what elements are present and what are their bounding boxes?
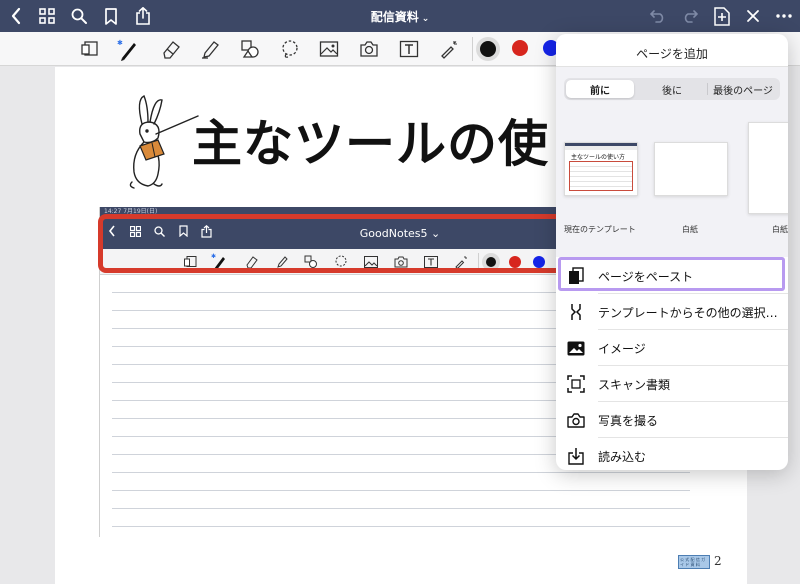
import-icon	[567, 447, 585, 465]
segment-before[interactable]: 前に	[566, 80, 634, 98]
menu-label: 読み込む	[598, 449, 647, 464]
menu-item-scan[interactable]: スキャン書類	[556, 366, 788, 402]
highlighter-tool[interactable]	[197, 37, 223, 61]
paste-page-highlight-box	[558, 257, 785, 291]
library-grid-button[interactable]	[37, 4, 57, 28]
bookmark-icon	[105, 7, 117, 25]
undo-button[interactable]	[648, 4, 668, 28]
menu-item-image[interactable]: イメージ	[556, 330, 788, 366]
navigation-bar: 配信資料 ⌄	[0, 0, 800, 32]
color-black-swatch[interactable]	[480, 41, 496, 57]
thumbnail-label-blank: 白紙	[682, 225, 698, 234]
lasso-icon	[282, 40, 298, 58]
svg-text:✱: ✱	[117, 39, 123, 47]
camera-icon	[567, 411, 585, 429]
menu-item-import[interactable]: 読み込む	[556, 438, 788, 470]
menu-label: 写真を撮る	[598, 413, 659, 428]
lasso-tool[interactable]	[277, 37, 303, 61]
image-icon	[567, 339, 585, 357]
add-page-popover: ページを追加 前に 後に 最後のページ 主なツールの使い方 現在のテンプレート …	[556, 34, 788, 470]
pen-tool[interactable]: ✱	[115, 37, 141, 61]
menu-label: テンプレートからその他の選択…	[598, 305, 778, 320]
camera-tool[interactable]	[356, 37, 382, 61]
close-button[interactable]	[743, 4, 763, 28]
shapes-icon	[241, 40, 259, 58]
segment-last-page[interactable]: 最後のページ	[708, 80, 778, 98]
search-icon	[71, 8, 87, 24]
camera-icon	[360, 41, 378, 57]
chevron-down-icon: ⌄	[421, 14, 430, 24]
stamp-image: 公 式 配 信 ガ イ ド 資 料	[678, 555, 710, 569]
mini-ruled-area	[569, 161, 633, 191]
laser-pointer-icon	[441, 41, 457, 59]
page-view-button[interactable]	[77, 37, 103, 61]
undo-icon	[650, 10, 664, 23]
page-number: 2	[714, 554, 722, 568]
redo-icon	[684, 10, 698, 23]
share-icon	[136, 7, 150, 25]
more-icon	[776, 14, 792, 18]
menu-label: イメージ	[598, 341, 646, 356]
laser-pointer-tool[interactable]	[436, 37, 462, 61]
share-button[interactable]	[133, 4, 153, 28]
close-icon	[747, 10, 759, 22]
template-current-thumbnail[interactable]: 主なツールの使い方	[564, 142, 638, 196]
add-page-icon	[714, 6, 730, 26]
shapes-tool[interactable]	[237, 37, 263, 61]
popover-title: ページを追加	[636, 47, 708, 61]
chevron-left-icon	[11, 7, 21, 25]
toolbar-divider	[472, 37, 473, 61]
template-icon	[567, 303, 585, 321]
callout-highlight-box	[98, 214, 586, 273]
back-button[interactable]	[6, 4, 26, 28]
template-blank-portrait-thumbnail[interactable]	[748, 122, 788, 214]
template-blank-thumbnail[interactable]	[654, 142, 728, 196]
add-page-button[interactable]	[711, 4, 733, 28]
mini-tool-bar	[565, 146, 637, 150]
mini-heading: 主なツールの使い方	[571, 154, 626, 161]
image-icon	[319, 41, 339, 57]
rabbit-illustration	[129, 95, 199, 189]
eraser-icon	[163, 41, 180, 59]
bookmark-button[interactable]	[101, 4, 121, 28]
text-box-icon	[399, 40, 419, 58]
eraser-tool[interactable]	[158, 37, 184, 61]
grid-icon	[39, 8, 55, 24]
more-button[interactable]	[774, 4, 794, 28]
scan-icon	[567, 375, 585, 393]
thumbnail-label-current: 現在のテンプレート	[564, 225, 636, 234]
search-button[interactable]	[69, 4, 89, 28]
menu-item-take-photo[interactable]: 写真を撮る	[556, 402, 788, 438]
highlighter-icon	[202, 41, 219, 59]
page-view-icon	[81, 41, 98, 56]
page-heading: 主なツールの使	[192, 114, 549, 173]
menu-item-template[interactable]: テンプレートからその他の選択…	[556, 294, 788, 330]
segment-after[interactable]: 後に	[638, 80, 706, 98]
thumbnail-label-blank-2: 白紙	[772, 225, 788, 234]
position-segmented-control: 前に 後に 最後のページ	[564, 78, 780, 100]
color-red-swatch[interactable]	[512, 40, 528, 56]
pen-icon: ✱	[117, 39, 136, 61]
text-tool[interactable]	[396, 37, 422, 61]
menu-label: スキャン書類	[598, 377, 671, 392]
image-tool[interactable]	[316, 37, 342, 61]
redo-button[interactable]	[680, 4, 700, 28]
